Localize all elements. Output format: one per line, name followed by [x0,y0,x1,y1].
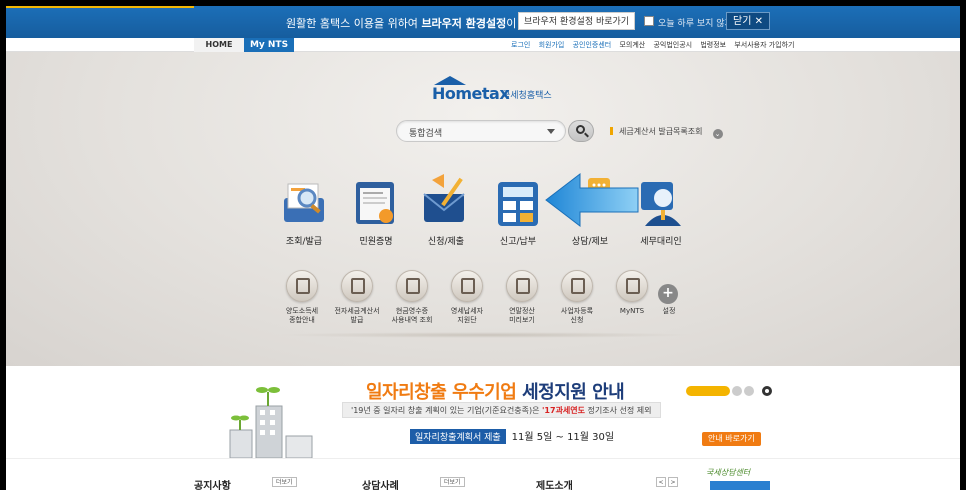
law-info-link[interactable]: 법령정보 [700,41,726,49]
support-icon [451,270,483,302]
tab-home[interactable]: HOME [194,38,244,52]
quick-label: 현금영수증 사용내역 조회 [391,307,433,324]
logo-brand: Hometax [432,84,510,103]
pager-pause-icon[interactable] [762,386,772,396]
house-icon [286,270,318,302]
quick-label: 사업자등록 신청 [560,307,594,324]
hero-area: Hometax 국세청홈택스 통합검색 세금계산서 발급목록조회 ⌄ 조회/발급 … [6,52,960,366]
calculator-icon [494,180,542,228]
menu-label: 상담/제보 [571,237,609,247]
certificate-icon [352,180,400,228]
quick-year-end-preview[interactable]: 연말정산 미리보기 [492,270,552,325]
browser-viewport: 원활한 홈택스 이용을 위하여 브라우저 환경설정이 필요합니다. 브라우저 환… [6,6,960,490]
menu-submit[interactable]: 신청/제출 [411,172,481,247]
logo-tagline: 국세청홈택스 [502,91,552,101]
search-button[interactable] [568,120,594,142]
consult-cases-heading: 상담사례 [362,481,399,490]
dont-show-today-checkbox[interactable] [644,16,654,26]
menu-label: 민원증명 [359,237,393,247]
next-button[interactable]: > [668,477,678,487]
bullet-bar [610,127,613,135]
search-select-value: 통합검색 [409,129,443,139]
search-icon-handle [584,132,589,138]
dont-show-today-label: 오늘 하루 보지 않기 [658,19,733,29]
top-accent-line [6,6,194,8]
quick-label: 설정 [662,307,676,315]
menu-certificate[interactable]: 민원증명 [341,180,411,247]
invoice-lookup-link[interactable]: 세금계산서 발급목록조회 ⌄ [610,126,723,139]
menu-label: 신고/납부 [499,237,537,247]
quick-small-taxpayer-support[interactable]: 영세납세자 지원단 [437,270,497,325]
lookup-issue-icon [280,180,328,228]
registration-icon [561,270,593,302]
consult-more-button[interactable]: 더보기 [440,477,465,487]
system-intro-heading: 제도소개 [536,481,573,490]
promo-banner[interactable]: 일자리창출 우수기업 세정지원 안내 '19년 중 일자리 창출 계획이 있는 … [6,366,960,458]
consult-center-label: 국세상담센터 [706,468,751,477]
utility-links: 로그인 회원가입 공인인증센터 모의계산 공익법인공시 법령정보 부서사용자 가… [511,40,801,50]
period-tag: 일자리창출계획서 제출 [410,429,506,444]
browser-settings-notice-bar: 원활한 홈택스 이용을 위하여 브라우저 환경설정이 필요합니다. 브라우저 환… [6,6,960,38]
invoice-lookup-label: 세금계산서 발급목록조회 [619,127,703,136]
tax-agent-icon [637,180,685,228]
browser-settings-button[interactable]: 브라우저 환경설정 바로가기 [518,12,636,30]
menu-label: 조회/발급 [285,237,323,247]
menu-label: 신청/제출 [427,237,465,247]
settings-spacer [639,270,699,302]
quick-label: 연말정산 미리보기 [509,307,535,324]
menu-report-pay[interactable]: 신고/납부 [483,180,553,247]
banner-title: 일자리창출 우수기업 세정지원 안내 [366,382,625,403]
pager-dot[interactable] [744,386,754,396]
receipt-icon [396,270,428,302]
pager-dot[interactable] [732,386,742,396]
prev-button[interactable]: < [656,477,666,487]
notice-heading: 공지사항 [194,481,231,490]
pointer-arrow-icon [545,172,639,228]
quick-label: 영세납세자 지원단 [450,307,484,324]
notice-more-button[interactable]: 더보기 [272,477,297,487]
public-corp-link[interactable]: 공익법인공시 [653,41,692,49]
quick-label: 전자세금계산서 발급 [334,307,380,324]
login-link[interactable]: 로그인 [511,41,530,49]
invoice-icon [341,270,373,302]
quick-cash-receipt[interactable]: 현금영수증 사용내역 조회 [382,270,442,325]
top-navigation: HOME My NTS 로그인 회원가입 공인인증센터 모의계산 공익법인공시 … [6,38,960,52]
period-dates: 11월 5일 ~ 11월 30일 [511,432,615,443]
dept-user-signup-link[interactable]: 부서사용자 가입하기 [734,41,794,49]
chevron-down-icon [547,129,555,134]
consult-center-banner[interactable] [710,481,770,490]
menu-label: 세무대리인 [640,237,682,247]
quick-e-tax-invoice[interactable]: 전자세금계산서 발급 [327,270,387,325]
shelf-shadow [276,332,696,338]
quick-settings[interactable]: 설정 [639,270,699,316]
tab-mynts[interactable]: My NTS [244,38,294,52]
quick-business-registration[interactable]: 사업자등록 신청 [547,270,607,325]
building-sprout-illustration [229,387,313,458]
notice-close-button[interactable]: 닫기 ✕ [726,12,770,30]
banner-guide-button[interactable]: 안내 바로가기 [702,432,761,446]
pager-active[interactable] [686,386,730,396]
bottom-sections: 공지사항 더보기 상담사례 더보기 제도소개 < > 국세상담센터 [6,458,960,490]
quick-capital-gains-tax[interactable]: 양도소득세 종합안내 [272,270,332,325]
quick-label: 양도소득세 종합안내 [285,307,319,324]
chevron-down-circle-icon[interactable]: ⌄ [712,129,723,139]
mock-calc-link[interactable]: 모의계산 [619,41,645,49]
banner-subtitle: '19년 중 일자리 창출 계획이 있는 기업(기준요건충족)은 '17과세연도… [342,402,661,418]
hometax-logo[interactable]: Hometax 국세청홈택스 [430,76,552,106]
search-select[interactable]: 통합검색 [396,120,566,142]
signup-link[interactable]: 회원가입 [539,41,565,49]
year-end-icon [506,270,538,302]
submit-mail-icon [422,172,470,228]
menu-lookup-issue[interactable]: 조회/발급 [269,180,339,247]
cert-center-link[interactable]: 공인인증센터 [573,41,612,49]
banner-period: 일자리창출계획서 제출 11월 5일 ~ 11월 30일 [410,428,614,444]
